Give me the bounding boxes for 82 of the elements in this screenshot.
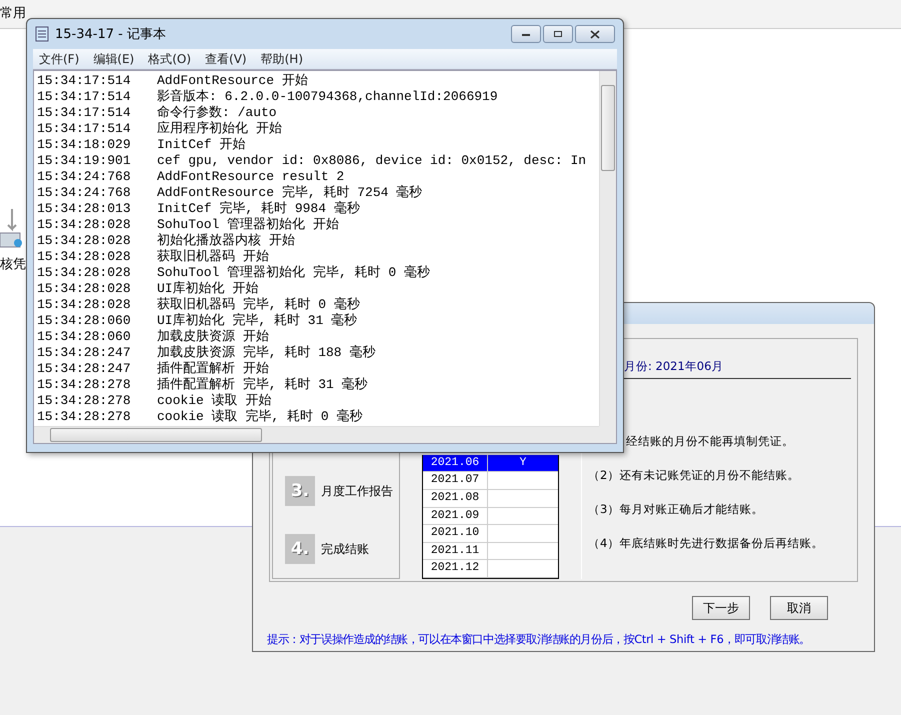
- log-time: 15:34:17:514: [37, 105, 132, 121]
- log-time: 15:34:28:028: [37, 217, 132, 233]
- log-message: 影音版本: 6.2.0.0-100794368,channelId:2066919: [157, 89, 499, 105]
- log-time: 15:34:28:278: [37, 393, 132, 409]
- maximize-icon: [553, 30, 563, 38]
- menu-item[interactable]: 帮助(H): [260, 50, 303, 68]
- log-time: 15:34:28:028: [37, 297, 132, 313]
- close-icon: [590, 30, 600, 38]
- step-label: 完成结账: [321, 540, 369, 558]
- month-row[interactable]: 2021.07: [423, 472, 558, 490]
- month-row[interactable]: 2021.09: [423, 508, 558, 526]
- horizontal-scrollbar[interactable]: [34, 426, 599, 443]
- rule-note: （3）每月对账正确后才能结账。: [588, 501, 764, 518]
- menu-item[interactable]: 编辑(E): [93, 50, 134, 68]
- log-time: 15:34:18:029: [37, 137, 132, 153]
- log-message: 应用程序初始化 开始: [157, 121, 283, 137]
- hint-text: 提示：对于误操作造成的结账，可以在本窗口中选择要取消结账的月份后，按Ctrl + Shift + F6，即可取消结账。: [267, 632, 811, 647]
- scroll-thumb[interactable]: [601, 85, 615, 171]
- log-time: 15:34:24:768: [37, 169, 132, 185]
- log-message: 获取旧机器码 完毕, 耗时 0 毫秒: [157, 297, 361, 313]
- month-row[interactable]: 2021.12: [423, 560, 558, 578]
- log-message: InitCef 完毕, 耗时 9984 毫秒: [157, 201, 361, 217]
- log-time: 15:34:28:060: [37, 329, 132, 345]
- log-time: 15:34:28:278: [37, 409, 132, 425]
- maximize-button[interactable]: [543, 25, 573, 43]
- log-time: 15:34:28:278: [37, 377, 132, 393]
- log-time: 15:34:17:514: [37, 73, 132, 89]
- log-message: 加载皮肤资源 完毕, 耗时 188 毫秒: [157, 345, 376, 361]
- log-time: 15:34:17:514: [37, 89, 132, 105]
- log-message: AddFontResource 完毕, 耗时 7254 毫秒: [157, 185, 424, 201]
- side-label: 核凭: [0, 256, 26, 273]
- log-time: 15:34:28:247: [37, 361, 132, 377]
- log-message: cookie 读取 开始: [157, 393, 272, 409]
- log-message: cookie 读取 完毕, 耗时 0 毫秒: [157, 409, 364, 425]
- log-message: 命令行参数: /auto: [157, 105, 278, 121]
- log-message: SohuTool 管理器初始化 开始: [157, 217, 340, 233]
- log-message: 获取旧机器码 开始: [157, 249, 270, 265]
- log-message: 插件配置解析 开始: [157, 361, 270, 377]
- step-number: 3.: [285, 476, 315, 506]
- minimize-icon: [521, 31, 531, 37]
- log-time: 15:34:28:028: [37, 265, 132, 281]
- log-time: 15:34:28:028: [37, 233, 132, 249]
- log-message: AddFontResource 开始: [157, 73, 309, 89]
- log-message: 加载皮肤资源 开始: [157, 329, 270, 345]
- month-row[interactable]: 2021.06 Y: [423, 454, 558, 472]
- log-message: AddFontResource result 2: [157, 169, 346, 185]
- log-message: UI库初始化 开始: [157, 281, 260, 297]
- notepad-icon: [35, 26, 49, 42]
- close-button[interactable]: [575, 25, 615, 43]
- menu-item[interactable]: 格式(O): [148, 50, 192, 68]
- menu-item[interactable]: 查看(V): [205, 50, 247, 68]
- document-globe-icon: [0, 209, 22, 249]
- scroll-thumb[interactable]: [50, 428, 262, 442]
- step-label: 月度工作报告: [321, 482, 393, 500]
- rule-note: （2）还有未记账凭证的月份不能结账。: [588, 467, 800, 484]
- log-message: SohuTool 管理器初始化 完毕, 耗时 0 毫秒: [157, 265, 432, 281]
- log-time: 15:34:28:247: [37, 345, 132, 361]
- log-time: 15:34:28:028: [37, 249, 132, 265]
- step-number: 4.: [285, 534, 315, 564]
- month-row[interactable]: 2021.11: [423, 542, 558, 560]
- cancel-button[interactable]: 取消: [770, 596, 828, 620]
- log-time: 15:34:28:013: [37, 201, 132, 217]
- log-message: 初始化播放器内核 开始: [157, 233, 296, 249]
- window-title: 15-34-17 - 记事本: [55, 26, 167, 43]
- rule-note: 经结账的月份不能再填制凭证。: [626, 433, 794, 450]
- next-button[interactable]: 下一步: [692, 596, 750, 620]
- month-row[interactable]: 2021.08: [423, 490, 558, 508]
- toolbar-label[interactable]: 常用: [0, 4, 26, 28]
- vertical-scrollbar[interactable]: [599, 71, 616, 426]
- month-row[interactable]: 2021.10: [423, 525, 558, 543]
- minimize-button[interactable]: [511, 25, 541, 43]
- log-time: 15:34:28:028: [37, 281, 132, 297]
- log-message: InitCef 开始: [157, 137, 246, 153]
- log-message: cef gpu, vendor id: 0x8086, device id: 0x0152, desc: In: [157, 153, 588, 169]
- log-time: 15:34:28:060: [37, 313, 132, 329]
- rule-note: （4）年底结账时先进行数据备份后再结账。: [588, 535, 824, 552]
- menu-item[interactable]: 文件(F): [39, 50, 80, 68]
- log-message: 插件配置解析 完毕, 耗时 31 毫秒: [157, 377, 369, 393]
- log-time: 15:34:19:901: [37, 153, 132, 169]
- log-time: 15:34:17:514: [37, 121, 132, 137]
- log-time: 15:34:24:768: [37, 185, 132, 201]
- log-message: UI库初始化 完毕, 耗时 31 毫秒: [157, 313, 358, 329]
